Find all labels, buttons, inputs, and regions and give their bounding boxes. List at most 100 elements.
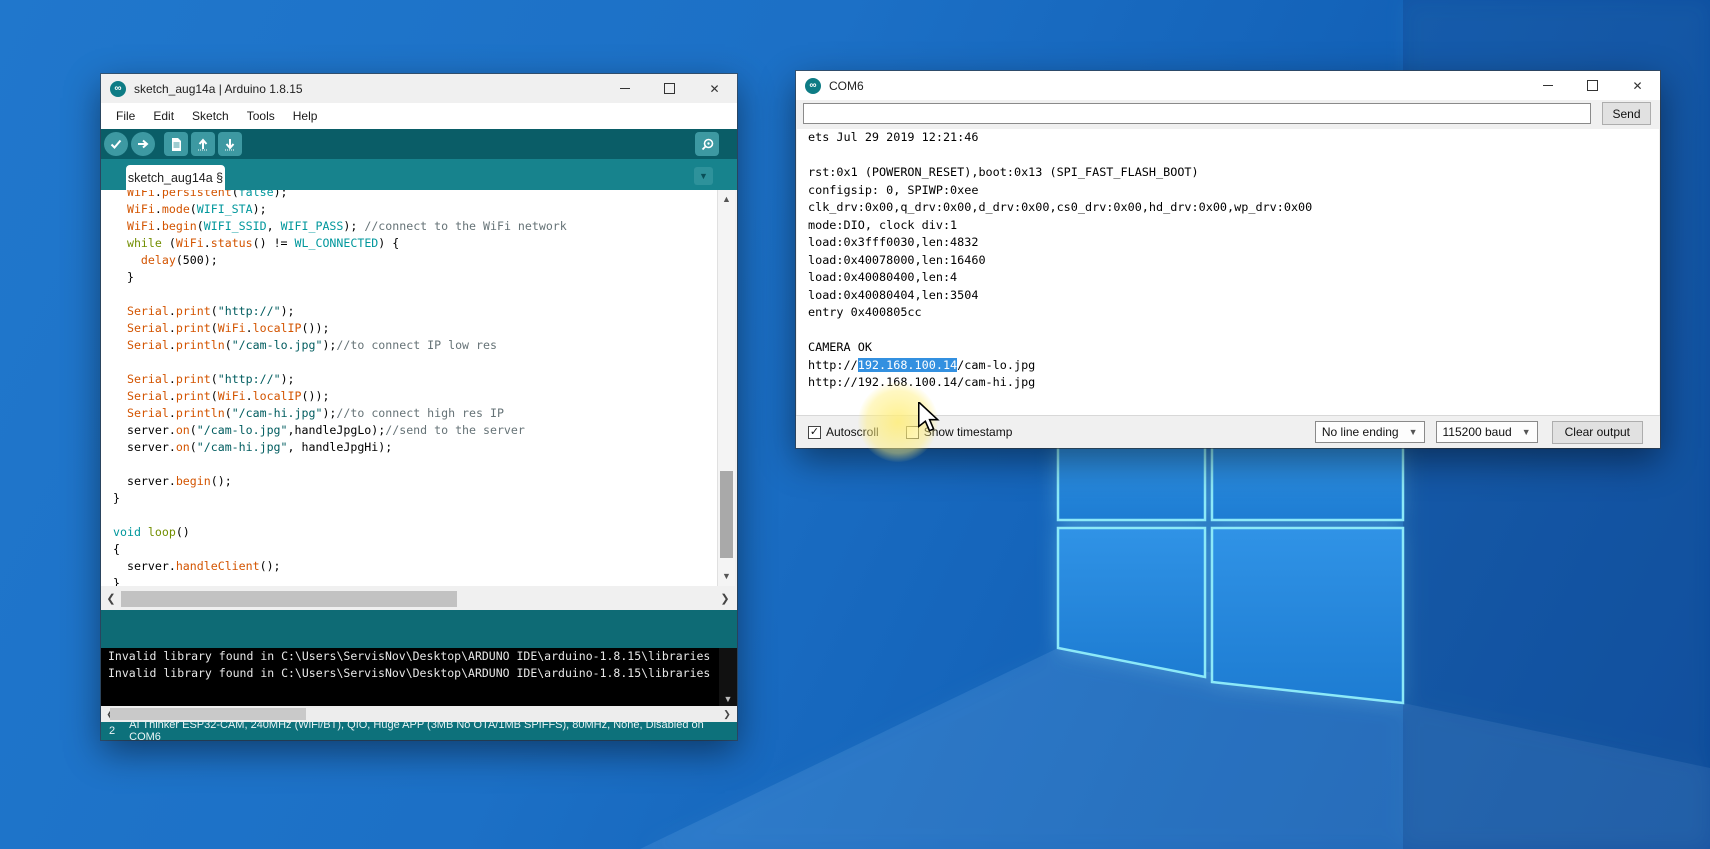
code-line: Serial.println("/cam-hi.jpg");//to conne… <box>113 405 567 422</box>
maximize-button[interactable] <box>1570 71 1615 100</box>
board-info-text: AI Thinker ESP32-CAM, 240MHz (WiFi/BT), … <box>129 719 737 743</box>
serial-monitor-window: ∞ COM6 ✕ Send ets Jul 29 2019 12:21:46 r… <box>796 71 1660 448</box>
minimize-button[interactable] <box>602 74 647 103</box>
serial-output-line: configsip: 0, SPIWP:0xee <box>797 182 1659 200</box>
menu-sketch[interactable]: Sketch <box>183 109 238 123</box>
console-message: Invalid library found in C:\Users\Servis… <box>101 648 737 665</box>
verify-button[interactable] <box>104 132 128 156</box>
editor-vertical-scrollbar[interactable]: ▲ ▼ <box>717 190 735 586</box>
open-sketch-button[interactable] <box>191 132 215 156</box>
serial-output-line: load:0x40080400,len:4 <box>797 269 1659 287</box>
code-line: server.on("/cam-hi.jpg", handleJpgHi); <box>113 439 567 456</box>
cursor-line-indicator: 2 <box>109 725 115 737</box>
chevron-down-icon: ▼ <box>1522 427 1531 437</box>
serial-output-line <box>797 147 1659 165</box>
menu-edit[interactable]: Edit <box>144 109 183 123</box>
close-button[interactable]: ✕ <box>692 74 737 103</box>
serial-output-line: load:0x3fff0030,len:4832 <box>797 234 1659 252</box>
document-icon <box>170 137 183 152</box>
code-line: } <box>113 269 567 286</box>
arduino-window-title: sketch_aug14a | Arduino 1.8.15 <box>134 82 303 96</box>
serial-output-line: clk_drv:0x00,q_drv:0x00,d_drv:0x00,cs0_d… <box>797 199 1659 217</box>
code-line: } <box>113 575 567 586</box>
serial-output-line: http://192.168.100.14/cam-lo.jpg <box>797 357 1659 375</box>
arduino-app-icon: ∞ <box>110 81 126 97</box>
upload-button[interactable] <box>131 132 155 156</box>
menu-help[interactable]: Help <box>284 109 327 123</box>
arduino-tabbar: sketch_aug14a § ▼ <box>101 159 737 190</box>
serial-output-line: CAMERA OK <box>797 339 1659 357</box>
editor-horizontal-scrollbar[interactable]: ❮ ❯ <box>101 588 737 610</box>
editor-vscroll-thumb[interactable] <box>720 471 733 558</box>
code-line: WiFi.persistent(false); <box>113 190 567 201</box>
serial-output-line: load:0x40078000,len:16460 <box>797 252 1659 270</box>
code-line: server.begin(); <box>113 473 567 490</box>
desktop: ∞ sketch_aug14a | Arduino 1.8.15 ✕ FileE… <box>0 0 1710 849</box>
status-message-band <box>101 610 737 648</box>
line-ending-value: No line ending <box>1322 425 1399 439</box>
serial-output-line: rst:0x1 (POWERON_RESET),boot:0x13 (SPI_F… <box>797 164 1659 182</box>
mouse-cursor <box>918 402 940 432</box>
logo-pane-top-left <box>1058 442 1205 520</box>
magnifier-icon <box>700 137 715 152</box>
editor-hscroll-thumb[interactable] <box>121 591 457 607</box>
menu-tools[interactable]: Tools <box>238 109 284 123</box>
baud-rate-value: 115200 baud <box>1443 425 1512 439</box>
arduino-titlebar[interactable]: ∞ sketch_aug14a | Arduino 1.8.15 ✕ <box>101 74 737 103</box>
code-text: WiFi.persistent(false); WiFi.mode(WIFI_S… <box>113 190 567 586</box>
serial-output-line: entry 0x400805cc <box>797 304 1659 322</box>
check-icon <box>109 137 123 151</box>
arduino-menubar: FileEditSketchToolsHelp <box>101 103 737 129</box>
code-line <box>113 286 567 303</box>
scroll-down-icon[interactable]: ▼ <box>719 694 737 704</box>
selected-text: 192.168.100.14 <box>858 358 957 372</box>
code-line: { <box>113 541 567 558</box>
code-line: WiFi.begin(WIFI_SSID, WIFI_PASS); //conn… <box>113 218 567 235</box>
code-editor[interactable]: WiFi.persistent(false); WiFi.mode(WIFI_S… <box>101 190 718 586</box>
serial-titlebar[interactable]: ∞ COM6 ✕ <box>796 71 1660 100</box>
new-sketch-button[interactable] <box>164 132 188 156</box>
clear-output-button[interactable]: Clear output <box>1552 421 1643 444</box>
code-line: WiFi.mode(WIFI_STA); <box>113 201 567 218</box>
arduino-statusbar: 2 AI Thinker ESP32-CAM, 240MHz (WiFi/BT)… <box>101 722 737 740</box>
scroll-left-icon[interactable]: ❮ <box>103 588 119 610</box>
code-line: while (WiFi.status() != WL_CONNECTED) { <box>113 235 567 252</box>
serial-window-title: COM6 <box>829 79 864 93</box>
menu-file[interactable]: File <box>107 109 144 123</box>
console-vertical-scrollbar[interactable]: ▼ <box>719 648 737 706</box>
arduino-toolbar <box>101 129 737 159</box>
serial-output[interactable]: ets Jul 29 2019 12:21:46 rst:0x1 (POWERO… <box>797 129 1659 415</box>
code-line: void loop() <box>113 524 567 541</box>
scroll-up-icon[interactable]: ▲ <box>718 192 735 207</box>
logo-pane-bottom-right <box>1212 528 1403 703</box>
serial-monitor-button[interactable] <box>695 132 719 156</box>
send-button[interactable]: Send <box>1602 102 1651 125</box>
save-sketch-button[interactable] <box>218 132 242 156</box>
scroll-down-icon[interactable]: ▼ <box>718 569 735 584</box>
code-line <box>113 507 567 524</box>
code-line: server.handleClient(); <box>113 558 567 575</box>
close-button[interactable]: ✕ <box>1615 71 1660 100</box>
tab-list-dropdown-button[interactable]: ▼ <box>694 167 713 185</box>
serial-output-line <box>797 322 1659 340</box>
scroll-right-icon[interactable]: ❯ <box>717 588 733 610</box>
code-line <box>113 354 567 371</box>
code-line: Serial.print("http://"); <box>113 371 567 388</box>
code-line: Serial.print(WiFi.localIP()); <box>113 320 567 337</box>
tab-sketch-aug14a[interactable]: sketch_aug14a § <box>126 165 225 190</box>
maximize-button[interactable] <box>647 74 692 103</box>
serial-output-line: load:0x40080404,len:3504 <box>797 287 1659 305</box>
build-console: Invalid library found in C:\Users\Servis… <box>101 648 737 706</box>
logo-pane-top-right <box>1212 442 1403 520</box>
arduino-app-icon: ∞ <box>805 78 821 94</box>
serial-send-input[interactable] <box>803 103 1591 124</box>
code-line <box>113 456 567 473</box>
autoscroll-checkbox[interactable]: ✓ <box>808 426 821 439</box>
arrow-down-icon <box>223 137 237 151</box>
serial-input-row: Send <box>796 100 1660 129</box>
serial-output-line: ets Jul 29 2019 12:21:46 <box>797 129 1659 147</box>
minimize-button[interactable] <box>1525 71 1570 100</box>
code-line: Serial.print("http://"); <box>113 303 567 320</box>
line-ending-select[interactable]: No line ending ▼ <box>1315 421 1425 443</box>
baud-rate-select[interactable]: 115200 baud ▼ <box>1436 421 1538 443</box>
